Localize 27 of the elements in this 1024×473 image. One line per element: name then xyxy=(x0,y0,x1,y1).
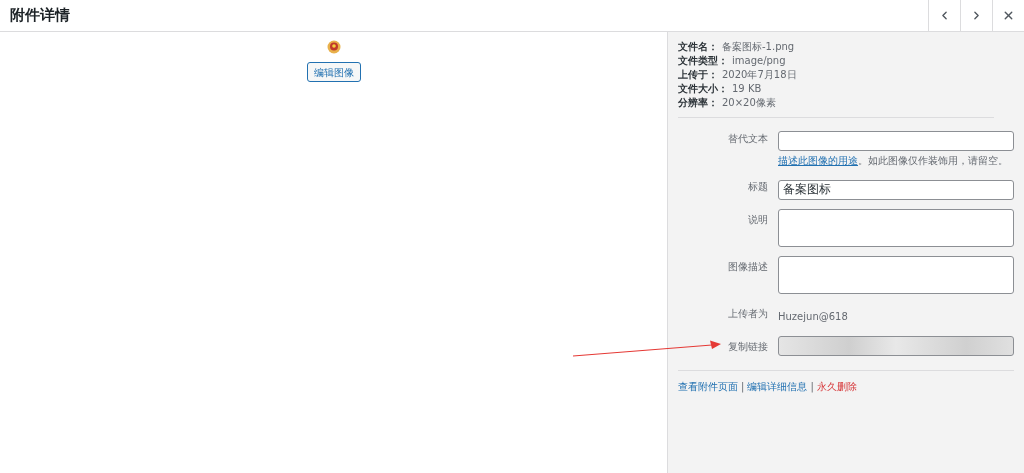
separator: | xyxy=(741,380,745,394)
info-label: 分辨率： xyxy=(678,96,718,109)
info-label: 上传于： xyxy=(678,68,718,81)
info-value: 20×20像素 xyxy=(722,96,776,109)
separator: | xyxy=(810,380,814,394)
info-value: 备案图标-1.png xyxy=(722,40,795,53)
field-label: 上传者为 xyxy=(727,307,768,321)
info-label: 文件名： xyxy=(678,40,718,53)
help-text: 描述此图像的用途。如此图像仅作装饰用，请留空。 xyxy=(778,154,1009,167)
action-link[interactable]: 查看附件页面 xyxy=(678,379,738,394)
delete-link[interactable]: 永久删除 xyxy=(816,379,857,394)
info-value: image/png xyxy=(732,54,786,67)
field-label: 说明 xyxy=(747,213,768,227)
field-label: 替代文本 xyxy=(727,132,768,146)
window-title: 附件详情 xyxy=(9,5,71,27)
field-label: 复制链接 xyxy=(727,340,768,354)
help-link[interactable]: 描述此图像的用途 xyxy=(778,155,858,166)
info-label: 文件大小： xyxy=(678,82,728,95)
info-label: 文件类型： xyxy=(678,54,728,67)
edit-image-button[interactable]: 编辑图像 xyxy=(306,62,361,82)
action-link[interactable]: 编辑详细信息 xyxy=(747,379,808,394)
input-field[interactable]: 备案图标 xyxy=(778,179,1014,200)
info-value: 19 KB xyxy=(732,82,762,95)
uploader-name: Huzejun@618 xyxy=(778,311,848,322)
field-label: 标题 xyxy=(747,180,768,194)
field-label: 图像描述 xyxy=(727,260,768,274)
info-value: 2020年7月18日 xyxy=(722,68,797,81)
